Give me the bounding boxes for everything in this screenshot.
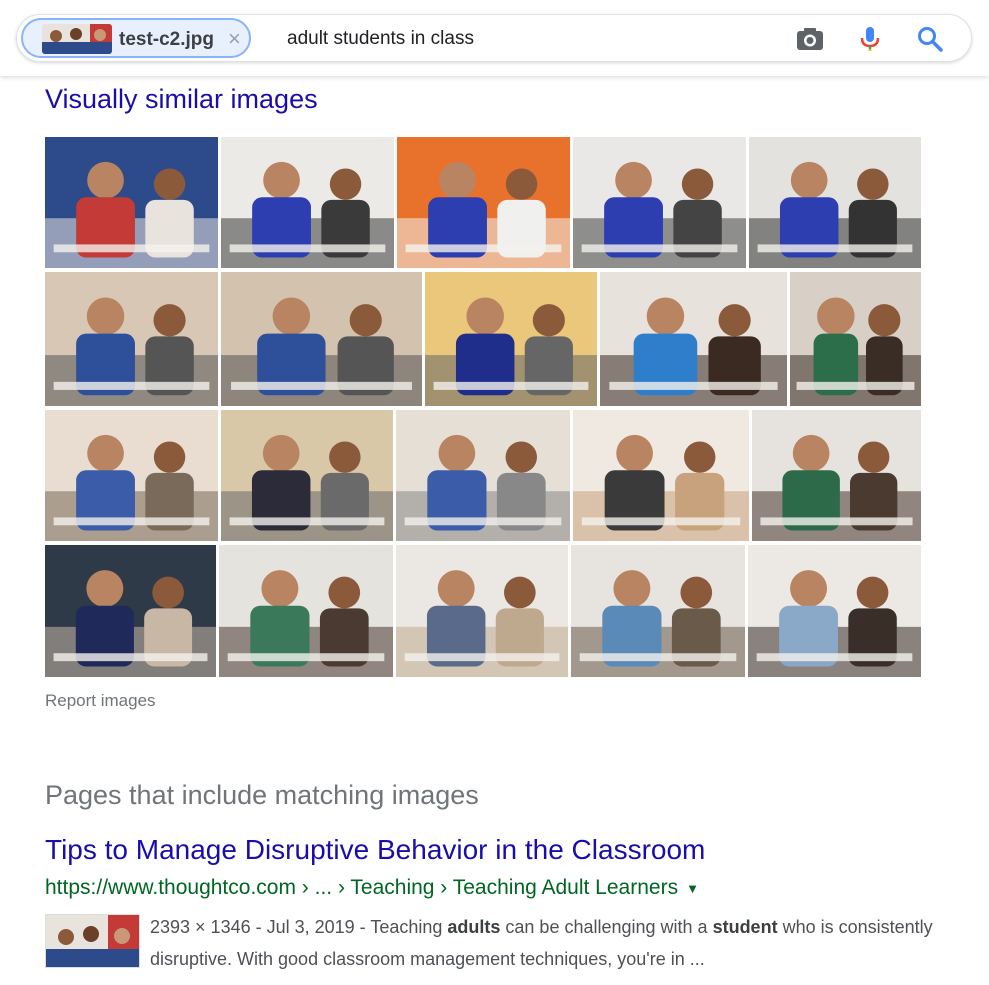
thumbnail-photo — [219, 545, 393, 677]
thumbnail-photo — [748, 545, 921, 677]
report-images-link[interactable]: Report images — [45, 691, 156, 711]
search-image-chip[interactable]: test-c2.jpg × — [21, 18, 251, 58]
similar-image-thumbnail[interactable] — [749, 137, 921, 268]
similar-image-thumbnail[interactable] — [45, 545, 216, 677]
similar-image-thumbnail[interactable] — [45, 137, 218, 268]
close-icon[interactable]: × — [228, 26, 241, 52]
similar-image-thumbnail[interactable] — [396, 545, 568, 677]
thumbnail-photo — [790, 272, 921, 406]
thumbnail-photo — [571, 545, 745, 677]
thumbnail-photo — [425, 272, 597, 406]
similar-image-thumbnail[interactable] — [573, 410, 749, 541]
similar-image-thumbnail[interactable] — [573, 137, 746, 268]
thumbnail-photo — [749, 137, 921, 268]
similar-image-thumbnail[interactable] — [45, 410, 218, 541]
similar-image-thumbnail[interactable] — [748, 545, 921, 677]
similar-image-thumbnail[interactable] — [752, 410, 921, 541]
snippet-highlight: student — [712, 917, 778, 937]
similar-images-grid — [45, 137, 922, 677]
thumbnail-photo — [396, 410, 570, 541]
thumbnail-photo — [221, 410, 393, 541]
search-box[interactable]: test-c2.jpg × adult students in class — [16, 14, 972, 62]
result-url-text[interactable]: https://www.thoughtco.com › ... › Teachi… — [45, 876, 678, 899]
thumbnail-photo — [397, 137, 570, 268]
thumbnail-photo — [45, 272, 218, 406]
similar-image-thumbnail[interactable] — [600, 272, 787, 406]
snippet-highlight: adults — [447, 917, 501, 937]
similar-image-thumbnail[interactable] — [221, 410, 393, 541]
similar-image-thumbnail[interactable] — [425, 272, 597, 406]
similar-image-thumbnail[interactable] — [219, 545, 393, 677]
thumbnail-photo — [600, 272, 787, 406]
search-icon[interactable] — [915, 24, 945, 54]
pages-matching-heading: Pages that include matching images — [45, 780, 479, 810]
result-snippet: 2393 × 1346 - Jul 3, 2019 - Teaching adu… — [150, 911, 950, 975]
similar-image-thumbnail[interactable] — [221, 137, 394, 268]
snippet-text: 2393 × 1346 - Jul 3, 2019 - Teaching — [150, 917, 448, 937]
camera-icon[interactable] — [795, 24, 825, 54]
result-url: https://www.thoughtco.com › ... › Teachi… — [45, 876, 699, 900]
search-header: test-c2.jpg × adult students in class — [0, 0, 989, 76]
result-thumbnail[interactable] — [45, 914, 140, 968]
thumbnail-photo — [45, 410, 218, 541]
thumbnail-photo — [221, 137, 394, 268]
similar-image-thumbnail[interactable] — [396, 410, 570, 541]
snippet-text: can be challenging with a — [500, 917, 713, 937]
similar-image-thumbnail[interactable] — [397, 137, 570, 268]
similar-image-thumbnail[interactable] — [790, 272, 921, 406]
search-image-name: test-c2.jpg — [119, 29, 215, 50]
thumbnail-photo — [752, 410, 921, 541]
similar-image-thumbnail[interactable] — [221, 272, 422, 406]
thumbnail-photo — [221, 272, 422, 406]
similar-image-thumbnail[interactable] — [571, 545, 745, 677]
thumbnail-photo — [573, 137, 746, 268]
caret-down-icon[interactable]: ▼ — [686, 881, 699, 896]
search-input[interactable]: adult students in class — [287, 28, 474, 50]
thumbnail-photo — [573, 410, 749, 541]
thumbnail-photo — [45, 545, 216, 677]
visually-similar-heading[interactable]: Visually similar images — [45, 84, 318, 115]
thumbnail-photo — [45, 137, 218, 268]
search-image-thumbnail — [42, 24, 112, 54]
thumbnail-photo — [396, 545, 568, 677]
result-title-link[interactable]: Tips to Manage Disruptive Behavior in th… — [45, 834, 705, 866]
similar-image-thumbnail[interactable] — [45, 272, 218, 406]
microphone-icon[interactable] — [855, 24, 885, 54]
